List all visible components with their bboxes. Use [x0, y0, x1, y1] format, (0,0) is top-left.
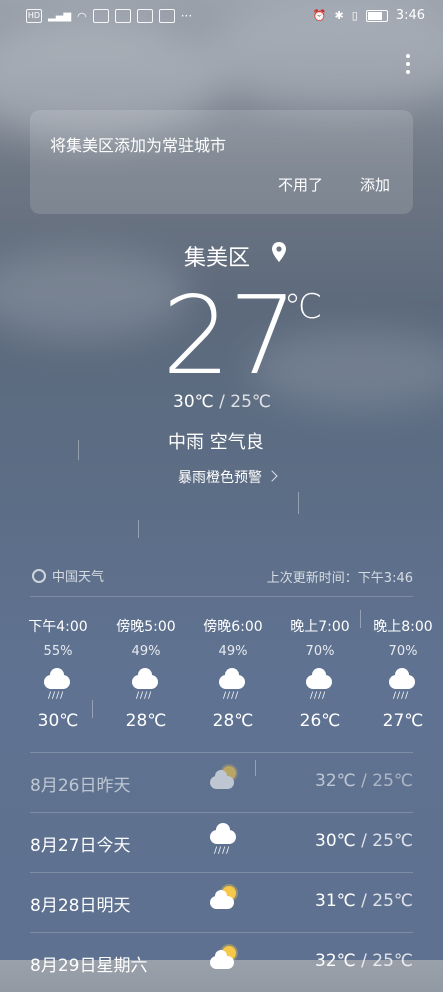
rain-streak [298, 492, 299, 514]
source-name: 中国天气 [52, 570, 105, 585]
hourly-forecast[interactable]: 下午4:00 55% //// 30℃ 傍晚5:00 49% //// 28℃ … [0, 616, 443, 746]
clock: 3:46 [395, 8, 425, 23]
day-high: 32℃ [315, 771, 356, 791]
battery-icon [365, 9, 388, 22]
wifi-icon: ◠ [77, 9, 87, 23]
city-name[interactable]: 集美区 [184, 240, 250, 272]
hour-time: 傍晚6:00 [203, 619, 263, 635]
daily-forecast-row[interactable]: 8月28日明天 31℃ / 25℃ [30, 872, 413, 932]
app-notification-icon [136, 9, 153, 23]
rain-icon: //// [387, 668, 419, 701]
day-high: 30℃ [315, 831, 356, 851]
vibrate-icon: ▯ [351, 9, 358, 22]
rain-icon: //// [208, 823, 240, 856]
current-temperature: 27 [162, 274, 297, 399]
hour-temp: 27℃ [382, 711, 424, 731]
chevron-right-icon [266, 470, 278, 482]
day-temp-range: 32℃ / 25℃ [315, 951, 413, 971]
more-menu-button[interactable] [401, 54, 415, 78]
day-date: 8月29日星期六 [30, 956, 148, 976]
last-updated-time: 上次更新时间：下午3:46 [266, 571, 413, 586]
more-notifications-icon: ··· [180, 9, 193, 23]
rain-icon: //// [130, 668, 162, 701]
day-date: 8月26日昨天 [30, 776, 131, 796]
status-bar: HD ▂▄▆ ◠ ··· ⏰ ✱ ▯ 3:46 [0, 0, 443, 32]
hour-temp: 30℃ [37, 711, 79, 731]
data-source: 中国天气 [32, 566, 104, 585]
hour-temp: 28℃ [125, 711, 167, 731]
day-low: / 25℃ [355, 831, 413, 851]
day-temp-range: 32℃ / 25℃ [315, 771, 413, 791]
alert-text: 暴雨橙色预警 [178, 470, 262, 486]
hour-precip: 70% [388, 644, 418, 659]
today-low: / 25℃ [213, 392, 271, 412]
day-high: 31℃ [315, 891, 356, 911]
daily-forecast-row[interactable]: 8月29日星期六 32℃ / 25℃ [30, 932, 413, 992]
signal-icon: ▂▄▆ [48, 10, 72, 22]
day-temp-range: 30℃ / 25℃ [315, 831, 413, 851]
rain-streak [138, 520, 139, 538]
weather-condition: 中雨 空气良 [168, 432, 264, 453]
hour-time: 下午4:00 [28, 619, 88, 635]
more-dot-icon [406, 54, 410, 58]
rain-icon: //// [42, 668, 74, 701]
hour-temp: 26℃ [299, 711, 341, 731]
rain-streak [78, 440, 79, 460]
hd-icon: HD [26, 9, 42, 23]
add-city-prompt: 将集美区添加为常驻城市 不用了 添加 [30, 110, 413, 214]
hourly-item: 傍晚6:00 49% //// 28℃ [193, 616, 273, 731]
china-weather-logo-icon [32, 568, 46, 583]
day-temp-range: 31℃ / 25℃ [315, 891, 413, 911]
daily-forecast-row[interactable]: 8月27日今天 //// 30℃ / 25℃ [30, 812, 413, 872]
day-low: / 25℃ [355, 771, 413, 791]
hour-precip: 70% [305, 644, 335, 659]
partly-sunny-icon [208, 946, 240, 976]
day-low: / 25℃ [355, 951, 413, 971]
alarm-icon: ⏰ [312, 9, 327, 22]
location-pin-icon[interactable] [270, 241, 288, 263]
day-low: / 25℃ [355, 891, 413, 911]
day-date: 8月28日明天 [30, 896, 131, 916]
temperature-unit: ℃ [284, 287, 323, 327]
divider [30, 596, 413, 597]
rain-icon: //// [304, 668, 336, 701]
prompt-message: 将集美区添加为常驻城市 [50, 136, 227, 155]
daily-forecast-row[interactable]: 8月26日昨天 32℃ / 25℃ [30, 752, 413, 812]
hour-precip: 55% [43, 644, 73, 659]
partly-sunny-icon [208, 766, 240, 796]
hourly-item: 晚上8:00 70% //// 27℃ [363, 616, 443, 731]
dismiss-button[interactable]: 不用了 [278, 174, 323, 195]
hourly-item: 下午4:00 55% //// 30℃ [18, 616, 98, 731]
weather-alert-link[interactable]: 暴雨橙色预警 [178, 467, 278, 487]
hourly-item: 傍晚5:00 49% //// 28℃ [106, 616, 186, 731]
hourly-item: 晚上7:00 70% //// 26℃ [280, 616, 360, 731]
hour-precip: 49% [131, 644, 161, 659]
bluetooth-icon: ✱ [334, 9, 344, 22]
app-notification-icon [158, 9, 175, 23]
app-notification-icon [92, 9, 109, 23]
day-date: 8月27日今天 [30, 836, 131, 856]
hour-temp: 28℃ [212, 711, 254, 731]
today-high: 30℃ [173, 392, 214, 412]
more-dot-icon [406, 62, 410, 66]
hour-time: 傍晚5:00 [116, 619, 176, 635]
more-dot-icon [406, 70, 410, 74]
app-notification-icon [114, 9, 131, 23]
add-city-button[interactable]: 添加 [360, 174, 390, 195]
rain-icon: //// [217, 668, 249, 701]
day-high: 32℃ [315, 951, 356, 971]
partly-sunny-icon [208, 886, 240, 916]
hour-time: 晚上7:00 [290, 619, 350, 635]
today-temp-range: 30℃ / 25℃ [173, 392, 271, 412]
hour-time: 晚上8:00 [373, 619, 433, 635]
hour-precip: 49% [218, 644, 248, 659]
